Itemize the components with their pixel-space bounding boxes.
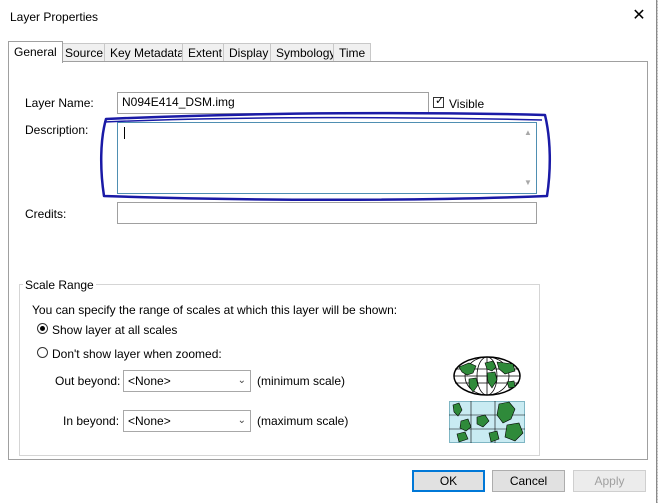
tab-display[interactable]: Display [223,43,275,62]
out-beyond-select[interactable]: <None> ⌄ [123,370,251,392]
in-beyond-value: <None> [128,414,171,428]
chevron-down-icon: ⌄ [237,375,246,386]
tab-key-metadata[interactable]: Key Metadata [104,43,191,62]
layer-name-input[interactable]: N094E414_DSM.img [117,92,429,114]
tab-symbology[interactable]: Symbology [270,43,342,62]
tab-source[interactable]: Source [59,43,110,62]
in-beyond-label: In beyond: [63,414,120,428]
description-scrollbar[interactable]: ▲ ▼ [520,123,536,193]
scroll-up-icon[interactable]: ▲ [524,126,532,140]
globe-icon[interactable] [449,355,525,397]
window-title: Layer Properties [10,10,99,24]
in-beyond-select[interactable]: <None> ⌄ [123,410,251,432]
dont-show-zoomed-label: Don't show layer when zoomed: [52,347,222,361]
out-beyond-value: <None> [128,374,171,388]
text-caret [124,127,125,139]
maximum-scale-label: (maximum scale) [257,414,349,428]
tab-time[interactable]: Time [333,43,372,62]
chevron-down-icon: ⌄ [237,415,246,426]
scroll-down-icon[interactable]: ▼ [524,176,532,190]
show-all-scales-label: Show layer at all scales [52,323,178,337]
description-label: Description: [25,123,89,137]
scale-range-info: You can specify the range of scales at w… [32,303,398,317]
description-input[interactable]: ▲ ▼ [117,122,537,194]
layer-name-label: Layer Name: [25,96,94,110]
cancel-button[interactable]: Cancel [492,470,565,492]
zoomed-map-icon[interactable] [449,401,525,443]
general-panel: Layer Name: N094E414_DSM.img ✓ Visible D… [8,61,648,460]
radio-show-all-scales[interactable] [37,323,48,334]
credits-label: Credits: [25,207,67,221]
layer-properties-window: Layer Properties ✕ General Source Key Me… [0,0,657,503]
visible-label: Visible [449,97,485,111]
credits-input[interactable] [117,202,537,224]
tab-extent[interactable]: Extent [182,43,229,62]
radio-dont-show-zoomed[interactable] [37,347,48,358]
minimum-scale-label: (minimum scale) [257,374,346,388]
title-bar: Layer Properties ✕ [0,0,656,32]
radio-selected-dot [40,326,45,331]
checkmark-icon: ✓ [435,95,445,107]
close-icon[interactable]: ✕ [622,2,656,30]
visible-checkbox[interactable]: ✓ [433,95,445,108]
scale-range-title: Scale Range [23,278,96,292]
apply-button[interactable]: Apply [573,470,646,492]
out-beyond-label: Out beyond: [55,374,121,388]
ok-button[interactable]: OK [412,470,485,492]
tab-general[interactable]: General [8,41,63,63]
